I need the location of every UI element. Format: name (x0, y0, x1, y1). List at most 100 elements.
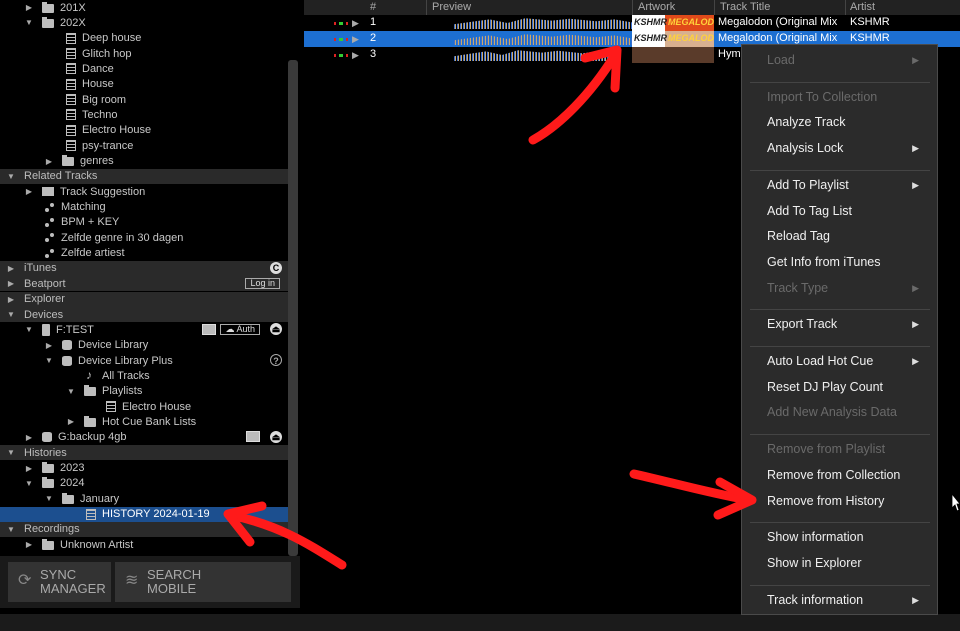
tree-item[interactable]: Zelfde genre in 30 dagen (0, 230, 288, 245)
expand-right-icon[interactable]: ▶ (6, 279, 16, 288)
tree-item[interactable]: House (0, 77, 288, 92)
col-header-track-title[interactable]: Track Title (720, 1, 770, 13)
menu-item[interactable]: Add To Tag List (767, 204, 937, 218)
eject-icon[interactable]: ⏏ (270, 323, 282, 336)
tree-item[interactable]: ▶ 201X (0, 0, 288, 15)
play-preview-icon[interactable]: ▶ (352, 34, 359, 45)
tree-item[interactable]: ♪ All Tracks (0, 368, 288, 383)
tree-item[interactable]: ▶ Hot Cue Bank Lists (0, 414, 288, 429)
waveform-preview[interactable] (454, 18, 632, 29)
menu-item[interactable]: Reset DJ Play Count (767, 380, 937, 394)
expand-down-icon[interactable]: ▼ (6, 172, 16, 181)
tree-section-header[interactable]: ▼ Devices (0, 307, 288, 322)
menu-item[interactable]: Show in Explorer (767, 556, 937, 570)
tree-item[interactable]: ▶ G:backup 4gb ⏏ (0, 430, 288, 445)
tree-item[interactable]: ▶ genres (0, 154, 288, 169)
table-row[interactable]: ▶1KSHMRMEGALODONMegalodon (Original MixK… (304, 15, 960, 31)
expand-right-icon[interactable]: ▶ (24, 187, 34, 196)
tree-section-header[interactable]: ▼ Recordings (0, 521, 288, 537)
tree-scrollbar[interactable] (288, 60, 298, 556)
waveform-preview[interactable] (454, 50, 614, 61)
expand-down-icon[interactable]: ▼ (24, 479, 34, 488)
expand-down-icon[interactable]: ▼ (44, 356, 54, 365)
sync-device-icon[interactable] (202, 323, 217, 335)
sync-manager-button[interactable]: ⟳ SYNC MANAGER (8, 562, 111, 602)
col-header-preview[interactable]: Preview (432, 1, 471, 13)
tree-item-badges: ☁ Auth ⏏ (202, 323, 282, 336)
tree-item[interactable]: Techno (0, 107, 288, 122)
expand-down-icon[interactable]: ▼ (24, 325, 34, 334)
menu-item[interactable]: Remove from Collection (767, 468, 937, 482)
menu-item[interactable]: Analyze Track (767, 115, 937, 129)
col-header-number[interactable]: # (370, 1, 376, 13)
track-title: Megalodon (Original Mix (718, 16, 838, 28)
submenu-arrow-icon: ▶ (912, 143, 919, 154)
tree-item[interactable]: BPM + KEY (0, 215, 288, 230)
tree-item[interactable]: psy-trance (0, 138, 288, 153)
eject-icon[interactable]: ⏏ (270, 430, 282, 443)
col-header-artist[interactable]: Artist (850, 1, 875, 13)
menu-item[interactable]: Show information (767, 530, 937, 544)
cue-marker-icon (334, 38, 348, 41)
menu-item[interactable]: Reload Tag (767, 229, 937, 243)
tree-item-label: Beatport (24, 277, 66, 290)
tree-item[interactable]: Electro House (0, 123, 288, 138)
expand-down-icon[interactable]: ▼ (6, 448, 16, 457)
tree-item[interactable]: Zelfde artiest (0, 246, 288, 261)
menu-item[interactable]: Get Info from iTunes (767, 255, 937, 269)
expand-right-icon[interactable]: ▶ (6, 264, 16, 273)
expand-down-icon[interactable]: ▼ (66, 387, 76, 396)
tree-item[interactable]: Big room (0, 92, 288, 107)
expand-right-icon[interactable]: ▶ (24, 433, 34, 442)
tree-item[interactable]: ▼ F:TEST ☁ Auth ⏏ (0, 322, 288, 337)
tree-section-header[interactable]: ▶ Explorer (0, 291, 288, 307)
waveform-preview[interactable] (454, 34, 632, 45)
tree-item-label: January (80, 492, 120, 505)
expand-right-icon[interactable]: ▶ (24, 3, 34, 12)
expand-down-icon[interactable]: ▼ (6, 525, 16, 534)
expand-right-icon[interactable]: ▶ (24, 540, 34, 549)
tree-item[interactable]: ▼ Device Library Plus? (0, 353, 288, 368)
expand-right-icon[interactable]: ▶ (24, 464, 34, 473)
menu-item[interactable]: Remove from History (767, 494, 937, 508)
itunes-icon[interactable]: C (270, 261, 282, 274)
expand-down-icon[interactable]: ▼ (44, 494, 54, 503)
expand-down-icon[interactable]: ▼ (24, 18, 34, 27)
tree-item[interactable]: ▼ 202X (0, 15, 288, 30)
tree-item-label: 202X (60, 16, 86, 29)
submenu-arrow-icon: ▶ (912, 356, 919, 366)
search-mobile-button[interactable]: ≋ SEARCH MOBILE (115, 562, 291, 602)
tree-item[interactable]: Deep house (0, 31, 288, 46)
tree-item-badges: Log in (245, 277, 282, 289)
tree-item[interactable]: ▶ 2023 (0, 461, 288, 476)
login-button[interactable]: Log in (245, 277, 280, 289)
tree-section-header[interactable]: ▶ Beatport Log in (0, 276, 288, 292)
sync-device-icon[interactable] (246, 431, 260, 443)
tree-item[interactable]: ▶ Track Suggestion (0, 184, 288, 199)
tree-item[interactable]: Dance (0, 61, 288, 76)
tree-section-header[interactable]: ▶ iTunes C (0, 260, 288, 276)
tree-item[interactable]: HISTORY 2024-01-19 (0, 506, 288, 522)
auth-button[interactable]: ☁ Auth (220, 323, 260, 335)
expand-right-icon[interactable]: ▶ (44, 157, 54, 166)
tree-item[interactable]: Glitch hop (0, 46, 288, 61)
expand-down-icon[interactable]: ▼ (6, 310, 16, 319)
col-header-artwork[interactable]: Artwork (638, 1, 675, 13)
tree-section-header[interactable]: ▼ Related Tracks (0, 168, 288, 184)
expand-right-icon[interactable]: ▶ (66, 417, 76, 426)
help-icon[interactable]: ? (270, 354, 282, 367)
play-preview-icon[interactable]: ▶ (352, 50, 359, 61)
tree-section-header[interactable]: ▼ Histories (0, 445, 288, 461)
tree-item[interactable]: ▶ Unknown Artist (0, 537, 288, 552)
play-preview-icon[interactable]: ▶ (352, 18, 359, 29)
tree-item[interactable]: Matching (0, 200, 288, 215)
expand-right-icon[interactable]: ▶ (44, 341, 54, 350)
tree-item[interactable]: ▶ Device Library (0, 338, 288, 353)
artwork-text: KSHMR (634, 17, 667, 27)
expand-right-icon[interactable]: ▶ (6, 295, 16, 304)
tree-item[interactable]: ▼ Playlists (0, 384, 288, 399)
tree-item[interactable]: ▼ 2024 (0, 476, 288, 491)
folder-icon (62, 155, 74, 166)
tree-item[interactable]: Electro House (0, 399, 288, 414)
tree-item[interactable]: ▼ January (0, 491, 288, 506)
